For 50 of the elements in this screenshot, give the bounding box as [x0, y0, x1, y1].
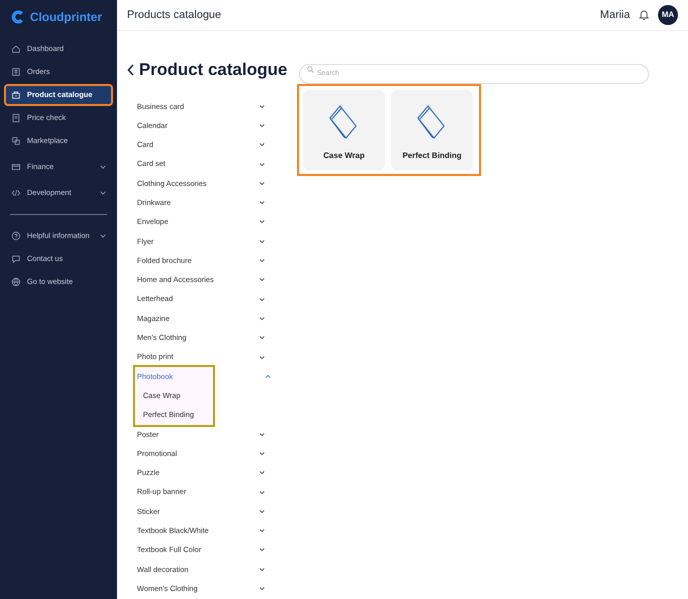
chevron-icon	[259, 528, 265, 534]
logo-text: Cloudprinter	[30, 9, 102, 26]
logo-icon	[10, 9, 26, 25]
back-icon[interactable]	[127, 64, 135, 76]
product-card[interactable]: Case Wrap	[303, 90, 385, 170]
chevron-icon	[259, 432, 265, 437]
chevron-icon	[259, 180, 265, 186]
chevron-icon	[259, 277, 265, 282]
card-label: Case Wrap	[323, 150, 365, 162]
chevron-icon	[259, 316, 265, 321]
chevron-icon	[100, 233, 106, 239]
bag-icon	[11, 90, 21, 100]
chevron-icon	[259, 450, 265, 456]
chevron-icon	[259, 508, 265, 514]
page-heading: Products catalogue	[127, 8, 222, 23]
chevron-icon	[259, 470, 265, 476]
user-name[interactable]: Mariia	[600, 6, 630, 24]
user-avatar[interactable]: MA	[658, 5, 678, 25]
bell-icon[interactable]	[638, 9, 650, 21]
card-icon	[11, 162, 21, 172]
chevron-icon	[100, 190, 106, 196]
home-icon	[11, 44, 21, 54]
chevron-icon	[259, 162, 265, 167]
product-card[interactable]: Perfect Binding	[391, 90, 473, 170]
grid-icon	[11, 67, 21, 77]
chevron-icon	[259, 219, 265, 224]
chevron-icon	[259, 238, 265, 244]
chevron-icon	[259, 200, 265, 206]
globe-icon	[11, 277, 21, 287]
help-icon	[11, 231, 21, 241]
chevron-icon	[259, 104, 265, 109]
chevron-icon	[259, 122, 265, 128]
chevron-icon	[259, 142, 265, 148]
search-icon	[307, 66, 314, 73]
chevron-icon	[259, 490, 265, 495]
chevron-icon	[259, 354, 265, 360]
chevron-icon	[265, 374, 271, 379]
page-title: Product catalogue	[139, 59, 288, 81]
chevron-icon	[100, 164, 106, 170]
chevron-icon	[259, 566, 265, 572]
chat-icon	[11, 254, 21, 264]
chevron-icon	[259, 586, 265, 592]
squares-icon	[11, 136, 21, 146]
card-label: Perfect Binding	[402, 150, 462, 162]
chevron-icon	[259, 296, 265, 302]
chevron-icon	[259, 547, 265, 552]
chevron-icon	[259, 258, 265, 264]
code-icon	[11, 188, 21, 198]
document-icon	[11, 113, 21, 123]
chevron-icon	[259, 335, 265, 340]
